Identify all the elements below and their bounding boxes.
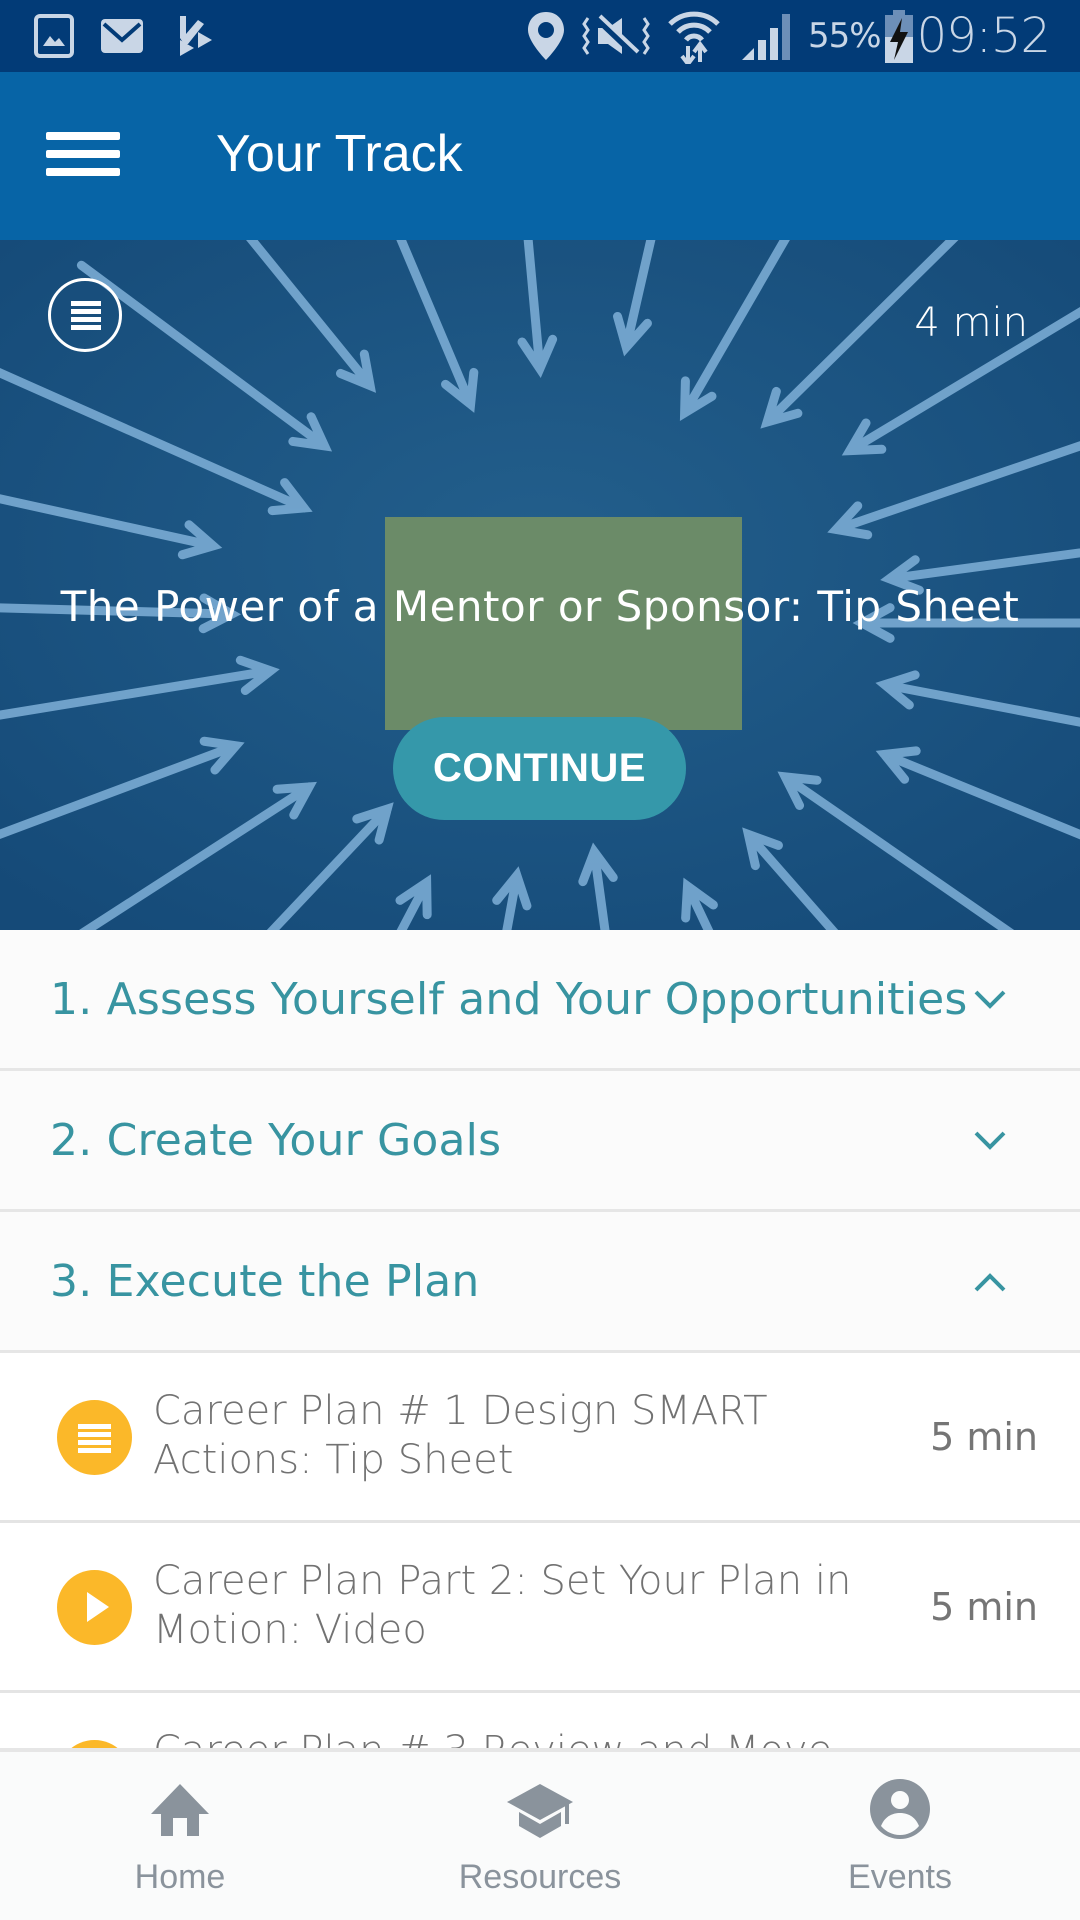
hero-duration: 4 min: [914, 300, 1028, 346]
bottom-navigation: Home Resources Events: [0, 1748, 1080, 1920]
item-title: Career Plan # 1 Design SMART Actions: Ti…: [153, 1388, 768, 1483]
location-icon: [528, 12, 564, 60]
nav-resources[interactable]: Resources: [360, 1752, 720, 1920]
nav-label: Home: [134, 1858, 226, 1896]
list-item[interactable]: Career Plan Part 2: Set Your Plan in Mot…: [0, 1523, 1080, 1693]
section-title: 1. Assess Yourself and Your Opportunitie…: [50, 974, 968, 1025]
battery-charging-icon: [885, 10, 913, 63]
nav-label: Events: [848, 1858, 952, 1896]
app-bar: Your Track: [0, 72, 1080, 240]
nav-events[interactable]: Events: [720, 1752, 1080, 1920]
hero-banner: 4 min The Power of a Mentor or Sponsor: …: [0, 240, 1080, 930]
tip-sheet-list-icon[interactable]: [48, 278, 122, 352]
mail-icon: [101, 19, 143, 53]
account-circle-icon: [870, 1779, 930, 1839]
hamburger-menu-icon[interactable]: [38, 124, 128, 188]
chevron-up-icon[interactable]: [972, 1264, 1008, 1300]
graduation-cap-icon: [507, 1784, 573, 1838]
vibrate-mute-icon: [582, 14, 650, 58]
section-execute-plan[interactable]: 3. Execute the Plan: [0, 1212, 1080, 1353]
nav-label: Resources: [458, 1858, 622, 1896]
continue-button[interactable]: CONTINUE: [393, 717, 686, 820]
tip-sheet-icon: [57, 1400, 132, 1475]
page-title: Your Track: [216, 125, 463, 183]
chevron-down-icon[interactable]: [972, 982, 1008, 1018]
signal-icon: [742, 14, 790, 60]
wifi-data-icon: [668, 11, 720, 64]
item-title: Career Plan Part 2: Set Your Plan in Mot…: [153, 1558, 852, 1653]
section-create-goals[interactable]: 2. Create Your Goals: [0, 1071, 1080, 1212]
status-bar: 55% 09:52: [0, 0, 1080, 72]
section-title: 2. Create Your Goals: [50, 1115, 502, 1166]
section-title: 3. Execute the Plan: [50, 1256, 480, 1307]
video-play-icon: [57, 1570, 132, 1645]
chevron-down-icon[interactable]: [972, 1123, 1008, 1159]
home-icon: [151, 1784, 209, 1836]
hero-title: The Power of a Mentor or Sponsor: Tip Sh…: [60, 582, 1020, 631]
item-duration: 5 min: [930, 1415, 1038, 1459]
item-duration: 5 min: [930, 1585, 1038, 1629]
gallery-icon: [34, 14, 74, 58]
battery-percent: 55%: [808, 16, 882, 56]
list-item[interactable]: Career Plan # 1 Design SMART Actions: Ti…: [0, 1353, 1080, 1523]
clock: 09:52: [916, 8, 1051, 64]
nav-home[interactable]: Home: [0, 1752, 360, 1920]
section-assess-yourself[interactable]: 1. Assess Yourself and Your Opportunitie…: [0, 930, 1080, 1071]
task-check-icon: [180, 16, 212, 56]
